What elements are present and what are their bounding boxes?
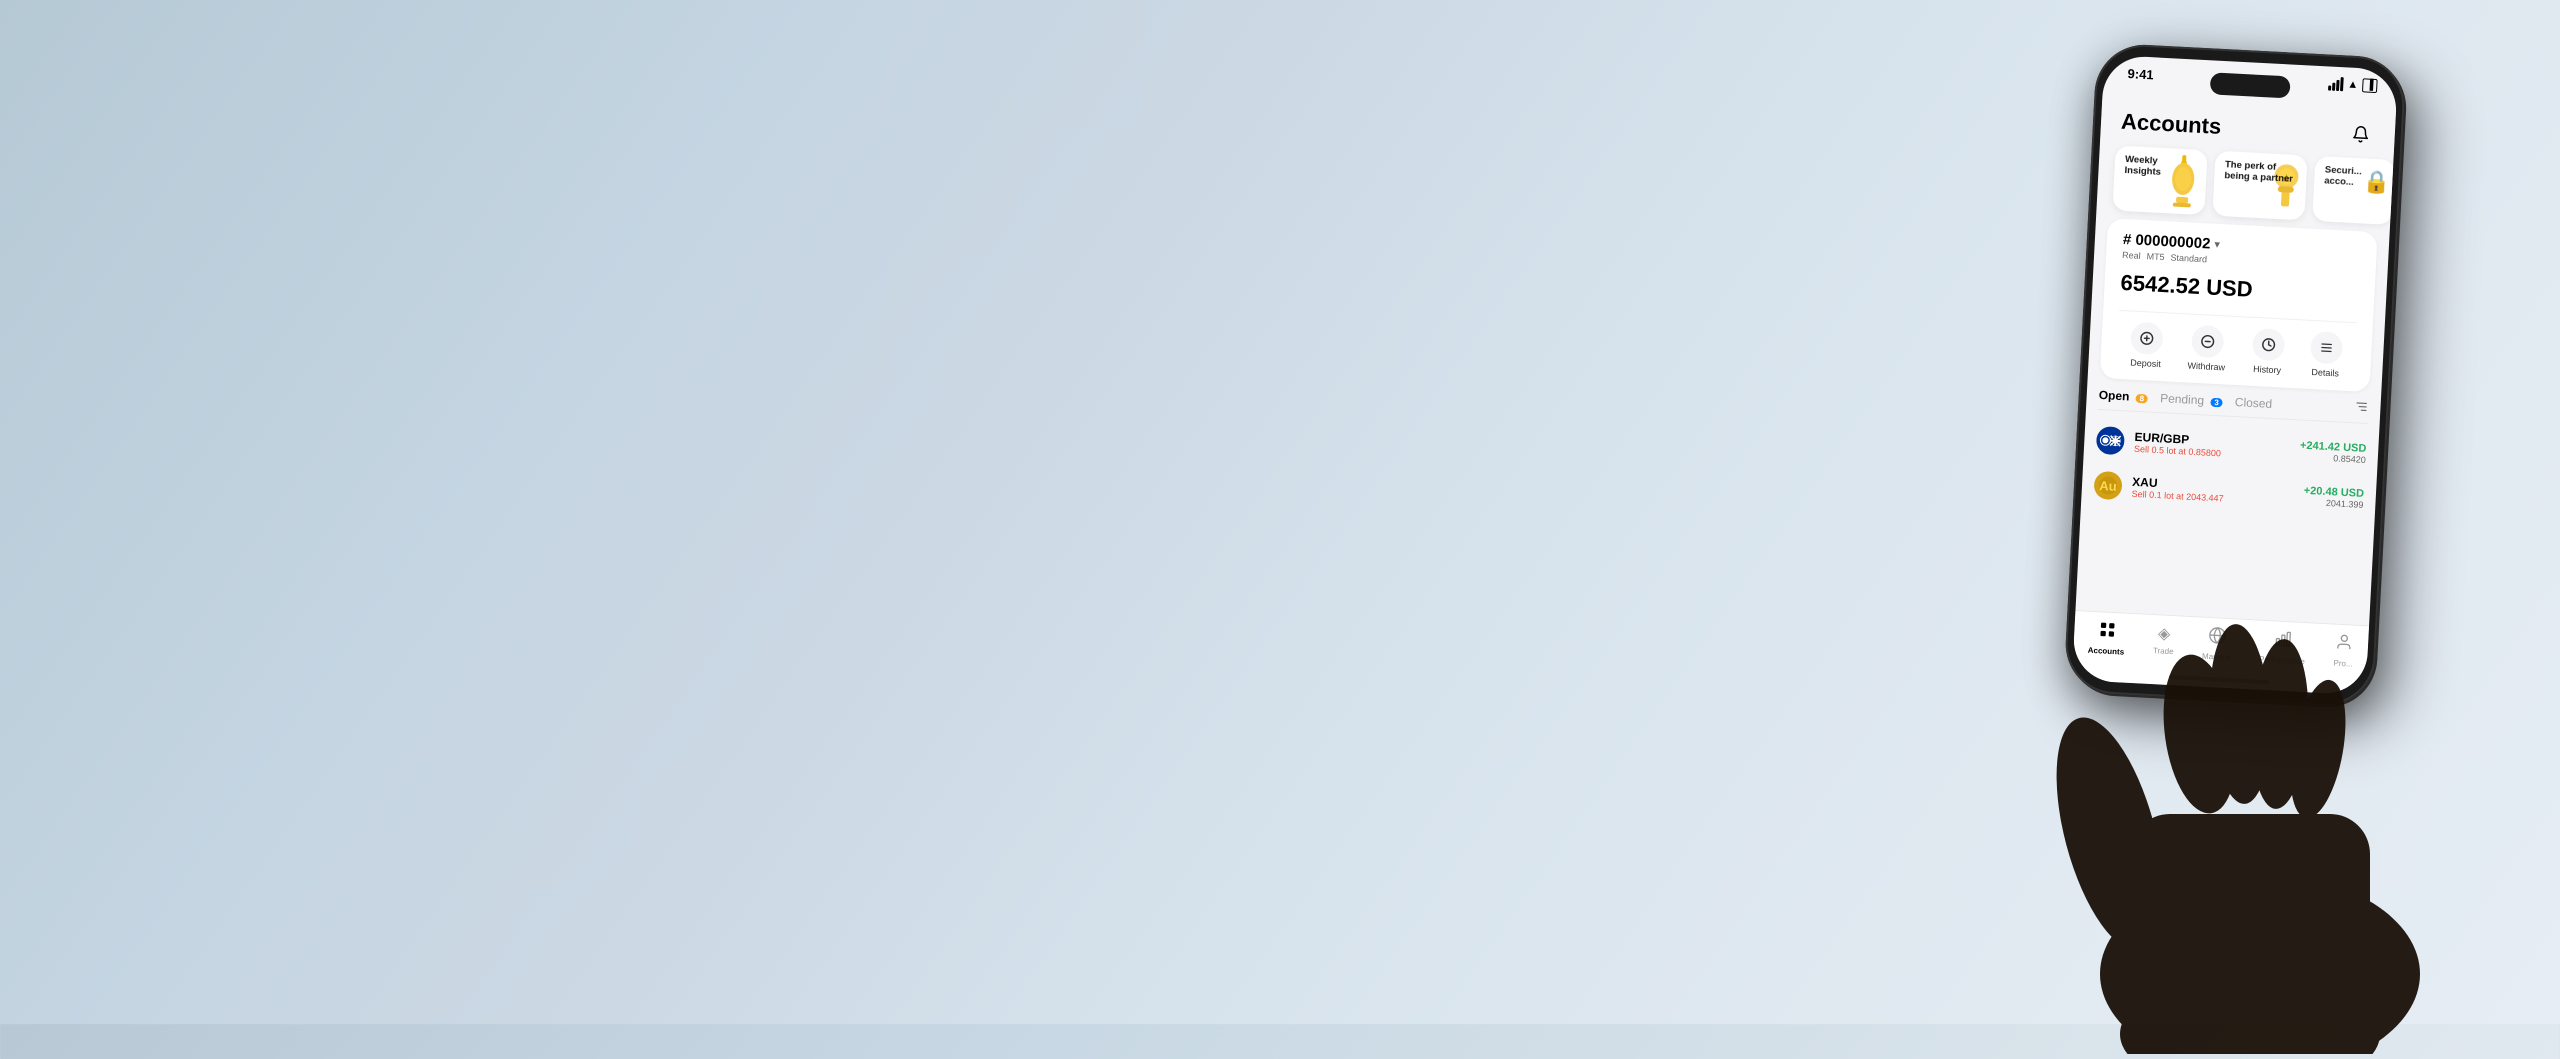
xau-price: 2041.399 xyxy=(2303,497,2364,510)
accounts-nav-icon xyxy=(2097,620,2116,644)
profile-nav-label: Pro... xyxy=(2333,659,2353,669)
dynamic-island xyxy=(2210,72,2291,98)
xau-info: XAU Sell 0.1 lot at 2043.447 xyxy=(2131,475,2294,507)
svg-text:Au: Au xyxy=(2099,478,2117,494)
account-number[interactable]: # 000000002 xyxy=(2122,231,2210,253)
deposit-icon xyxy=(2130,322,2164,356)
performance-nav-icon xyxy=(2273,629,2292,653)
tab-closed[interactable]: Closed xyxy=(2235,395,2273,411)
markets-nav-icon xyxy=(2208,626,2227,650)
deposit-label: Deposit xyxy=(2130,358,2161,370)
promo-card-weekly-title: Weekly Insights xyxy=(2124,154,2197,181)
promo-card-weekly-insights[interactable]: Weekly Insights xyxy=(2112,145,2207,215)
withdraw-button[interactable]: Withdraw xyxy=(2187,325,2227,373)
history-icon xyxy=(2252,328,2286,362)
xau-values: +20.48 USD 2041.399 xyxy=(2303,485,2364,510)
status-icons: ▲ ▐ xyxy=(2328,76,2378,93)
promo-card-secure[interactable]: Securi...acco... 🔒 xyxy=(2312,156,2394,225)
status-time: 9:41 xyxy=(2127,66,2154,82)
account-tag-mt5: MT5 xyxy=(2146,251,2164,262)
accounts-nav-label: Accounts xyxy=(2088,646,2125,657)
account-section: # 000000002 ▾ Real MT5 Standard 6542.52 … xyxy=(2100,218,2378,392)
history-button[interactable]: History xyxy=(2251,328,2285,376)
nav-trade[interactable]: ◈ Trade xyxy=(2153,623,2175,656)
profile-nav-icon xyxy=(2334,633,2353,657)
account-balance: 6542.52 USD xyxy=(2120,270,2359,308)
signal-icon xyxy=(2328,76,2344,91)
deposit-button[interactable]: Deposit xyxy=(2129,322,2163,370)
tab-pending[interactable]: Pending 3 xyxy=(2160,391,2223,408)
open-badge: 8 xyxy=(2135,393,2148,403)
eur-gbp-price: 0.85420 xyxy=(2299,451,2366,464)
withdraw-icon xyxy=(2191,325,2225,359)
phone-screen: 9:41 ▲ ▐ xyxy=(2072,55,2398,696)
sort-icon[interactable] xyxy=(2354,399,2369,417)
battery-icon: ▐ xyxy=(2362,78,2378,93)
nav-performance[interactable]: Performance xyxy=(2259,629,2307,666)
app-title: Accounts xyxy=(2120,109,2221,140)
details-label: Details xyxy=(2311,367,2339,378)
nav-markets[interactable]: Markets xyxy=(2202,626,2232,662)
eur-gbp-flag xyxy=(2096,426,2125,455)
phone-scene: 9:41 ▲ ▐ xyxy=(2040,20,2440,1044)
promo-card-partner-title: The perk of being a partner xyxy=(2224,159,2297,186)
eur-gbp-info: EUR/GBP Sell 0.5 lot at 0.85800 xyxy=(2134,430,2291,462)
history-label: History xyxy=(2253,364,2282,375)
performance-nav-label: Performance xyxy=(2259,655,2305,666)
trade-nav-label: Trade xyxy=(2153,646,2174,656)
withdraw-label: Withdraw xyxy=(2187,361,2225,373)
details-icon xyxy=(2310,331,2344,365)
tab-open[interactable]: Open 8 xyxy=(2098,387,2148,404)
account-tag-standard: Standard xyxy=(2170,252,2207,264)
markets-nav-label: Markets xyxy=(2202,652,2231,662)
promo-card-partner[interactable]: The perk of being a partner ★ xyxy=(2212,151,2307,221)
action-buttons: Deposit Withdraw xyxy=(2116,310,2357,379)
account-dropdown-icon[interactable]: ▾ xyxy=(2214,238,2220,251)
account-tag-real: Real xyxy=(2122,250,2141,261)
trades-tabs: Open 8 Pending 3 Closed xyxy=(2098,386,2369,424)
wifi-icon: ▲ xyxy=(2347,78,2359,91)
xau-flag: Au xyxy=(2093,471,2122,500)
bell-button[interactable] xyxy=(2346,120,2375,149)
eur-gbp-values: +241.42 USD 0.85420 xyxy=(2299,440,2366,465)
screen-content: Accounts Weekly Insights xyxy=(2072,99,2396,696)
trade-nav-icon: ◈ xyxy=(2157,623,2170,644)
details-button[interactable]: Details xyxy=(2309,331,2343,379)
promo-card-secure-title: Securi...acco... xyxy=(2324,164,2385,190)
bottom-nav: Accounts ◈ Trade xyxy=(2072,610,2369,695)
pending-badge: 3 xyxy=(2210,397,2223,407)
phone-frame: 9:41 ▲ ▐ xyxy=(2063,42,2407,707)
trades-section: Open 8 Pending 3 Closed xyxy=(2093,386,2369,522)
nav-profile[interactable]: Pro... xyxy=(2333,633,2354,669)
nav-accounts[interactable]: Accounts xyxy=(2088,620,2126,657)
